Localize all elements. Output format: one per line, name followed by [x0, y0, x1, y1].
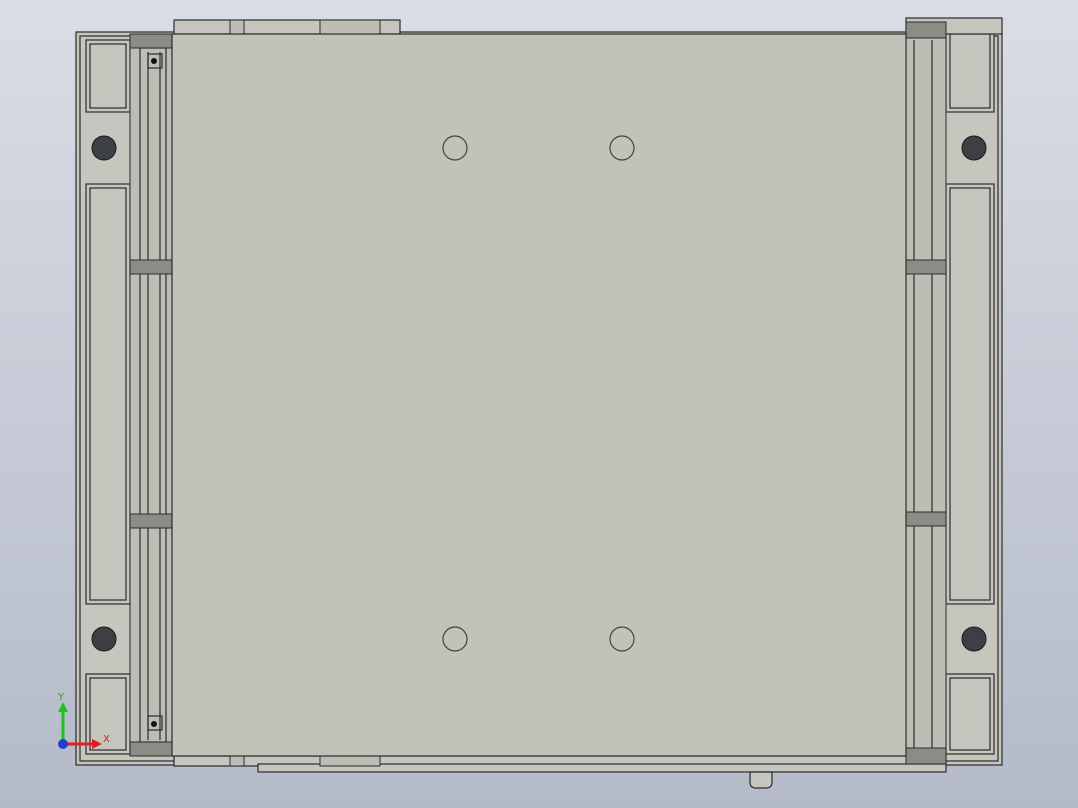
- mount-hole-top-left: [91, 135, 117, 161]
- mount-hole-top-right: [961, 135, 987, 161]
- model-drawing: Y X: [57, 17, 1003, 789]
- triad-y-arrowhead: [58, 702, 68, 712]
- main-top-plate[interactable]: [171, 33, 907, 757]
- mount-hole-bottom-left: [91, 626, 117, 652]
- cad-viewport[interactable]: Y X: [0, 0, 1078, 808]
- left-rail-assembly: [129, 33, 173, 757]
- right-rail-assembly: [905, 21, 947, 765]
- triad-origin: [58, 739, 68, 749]
- bottom-slider-strip: [173, 755, 947, 789]
- triad-y-label: Y: [57, 692, 65, 703]
- mount-hole-bottom-right: [961, 626, 987, 652]
- triad-x-label: X: [103, 734, 110, 745]
